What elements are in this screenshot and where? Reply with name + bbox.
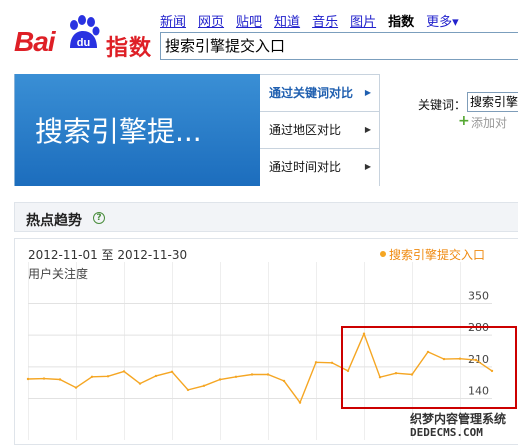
y-tick-label: 140	[468, 385, 489, 398]
data-point	[490, 369, 494, 373]
y-tick-label: 350	[468, 290, 489, 303]
baidu-index-page: Bai du 指数 新闻 网页 贴吧 知道 音乐 图片 指数 更多▾ 搜索引擎提…	[0, 0, 518, 445]
data-point	[298, 401, 302, 404]
data-point	[218, 378, 222, 381]
series-line	[27, 331, 493, 405]
data-point	[186, 388, 190, 392]
data-point	[154, 374, 158, 378]
data-point	[314, 361, 318, 364]
data-point	[58, 378, 62, 381]
data-point	[266, 373, 270, 376]
data-point	[282, 379, 286, 383]
highlight-box	[341, 326, 517, 409]
trend-chart: 140210280350	[26, 262, 517, 440]
watermark-line2: DEDECMS.COM	[410, 426, 483, 439]
data-point	[170, 370, 174, 373]
data-point	[74, 386, 78, 389]
data-point	[346, 369, 350, 373]
data-point	[442, 357, 446, 361]
data-point	[474, 358, 478, 362]
data-point	[426, 350, 430, 354]
data-point	[362, 332, 366, 335]
data-point	[138, 382, 142, 385]
data-point	[330, 361, 334, 364]
data-point	[458, 357, 462, 360]
data-point	[234, 375, 238, 378]
data-point	[394, 372, 398, 375]
data-point	[410, 373, 414, 376]
watermark-line1: 织梦内容管理系统	[410, 412, 507, 426]
data-point	[26, 377, 30, 381]
data-point	[42, 377, 46, 380]
data-point	[202, 384, 206, 387]
data-point	[90, 375, 94, 378]
data-point	[250, 373, 254, 376]
data-point	[122, 370, 126, 373]
data-point	[106, 375, 110, 378]
data-point	[378, 376, 382, 379]
